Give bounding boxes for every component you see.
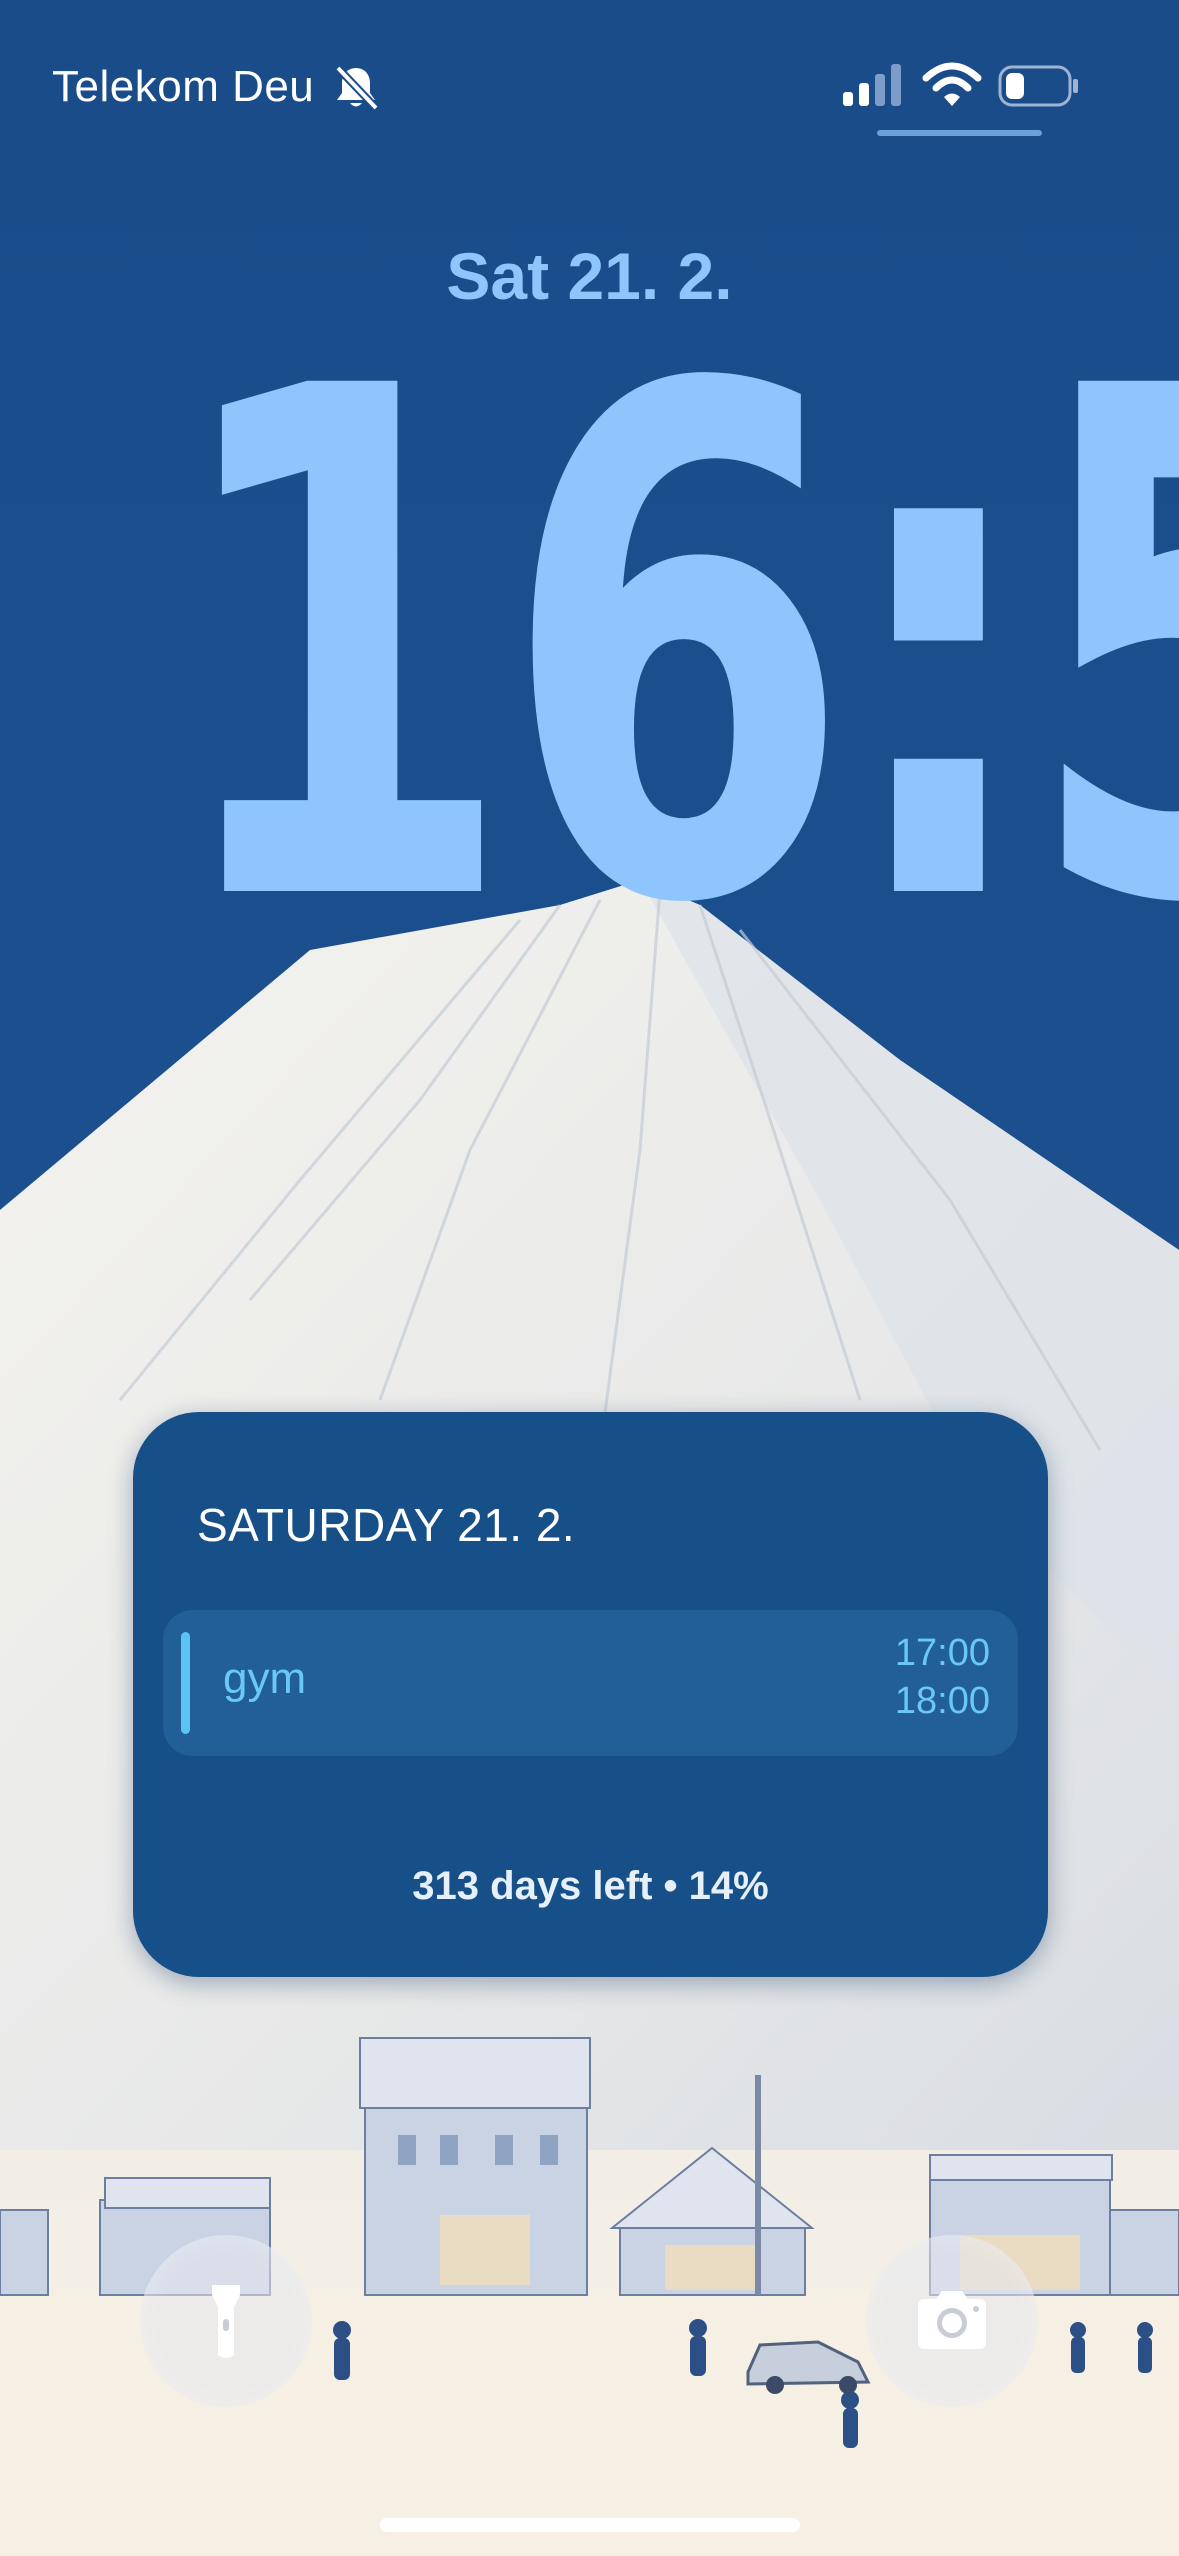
carrier-name: Telekom Deu [52,62,315,111]
widget-date-heading: SATURDAY 21. 2. [197,1499,576,1551]
cellular-signal-icon [843,64,901,106]
bell-slash-icon [335,65,379,111]
year-progress-text: 313 days left • 14% [412,1864,769,1908]
camera-icon [918,2291,986,2349]
lock-screen-clock[interactable]: 16:54 [165,300,1179,1000]
lock-screen: Telekom Deu Sat 21. 2. 16:54 SATURD [0,0,1179,2556]
flashlight-icon [212,2285,240,2358]
camera-button[interactable] [866,2235,1038,2407]
status-bar: Telekom Deu [0,0,1179,150]
battery-icon [998,65,1078,107]
wifi-icon [922,62,982,106]
flashlight-button[interactable] [140,2235,312,2407]
event-start-time: 17:00 [894,1632,990,1674]
calendar-widget[interactable]: SATURDAY 21. 2. gym 17:00 18:00 313 days… [133,1412,1048,1977]
status-bar-underline [877,130,1042,136]
event-color-bar [181,1632,190,1734]
event-end-time: 18:00 [894,1680,990,1722]
calendar-event[interactable]: gym 17:00 18:00 [163,1610,1018,1756]
event-name: gym [223,1654,307,1703]
home-indicator[interactable] [380,2518,800,2532]
